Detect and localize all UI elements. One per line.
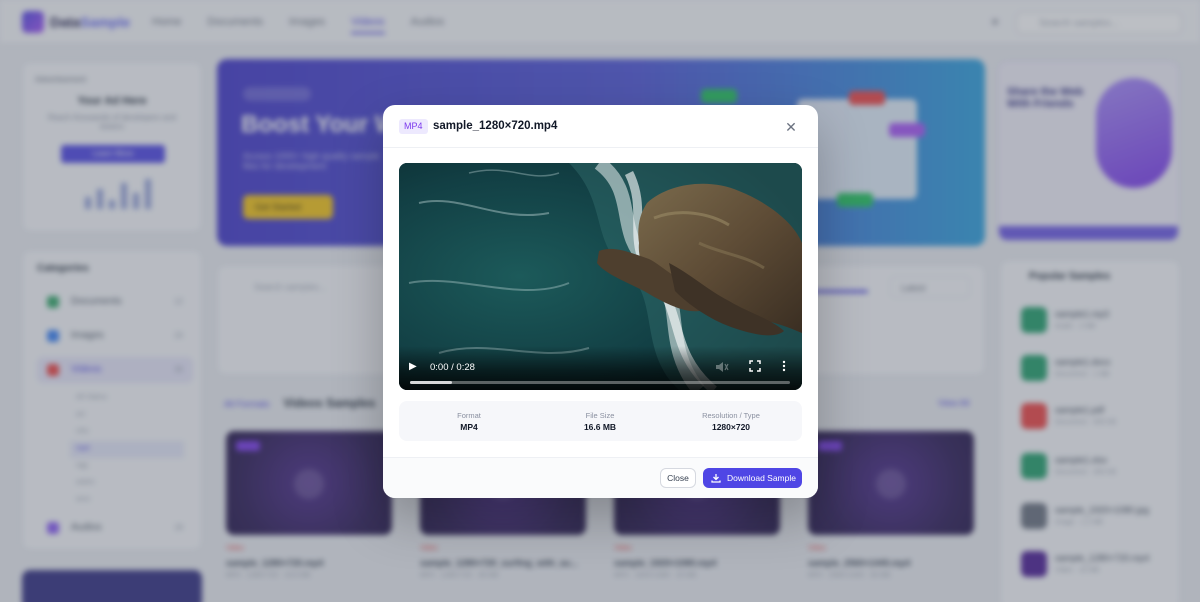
- download-label: Download Sample: [727, 473, 796, 483]
- format-badge: MP4: [399, 119, 428, 134]
- buffered-progress: [410, 381, 452, 384]
- more-options-icon[interactable]: [780, 360, 788, 372]
- stat-format: Format MP4: [457, 411, 481, 432]
- close-icon[interactable]: ✕: [782, 118, 800, 136]
- stat-file-size: File Size 16.6 MB: [583, 411, 617, 432]
- player-controls: ▶ 0:00 / 0:28: [399, 346, 802, 390]
- mute-icon[interactable]: [715, 361, 729, 373]
- preview-modal: MP4 sample_1280×720.mp4 ✕ ▶ 0:00 / 0:28 …: [383, 105, 818, 498]
- stat-resolution: Resolution / Type 1280×720: [702, 411, 760, 432]
- modal-header: MP4 sample_1280×720.mp4 ✕: [383, 105, 818, 148]
- play-icon[interactable]: ▶: [409, 361, 421, 373]
- file-stats: Format MP4 File Size 16.6 MB Resolution …: [399, 401, 802, 441]
- fullscreen-icon[interactable]: [749, 360, 761, 372]
- download-sample-button[interactable]: Download Sample: [703, 468, 802, 488]
- modal-title: sample_1280×720.mp4: [433, 120, 558, 132]
- seek-bar[interactable]: [410, 381, 790, 384]
- video-player[interactable]: ▶ 0:00 / 0:28: [399, 163, 802, 390]
- download-icon: [711, 474, 721, 483]
- modal-footer: Close Download Sample: [383, 457, 818, 498]
- close-button[interactable]: Close: [660, 468, 696, 488]
- time-display: 0:00 / 0:28: [430, 362, 475, 373]
